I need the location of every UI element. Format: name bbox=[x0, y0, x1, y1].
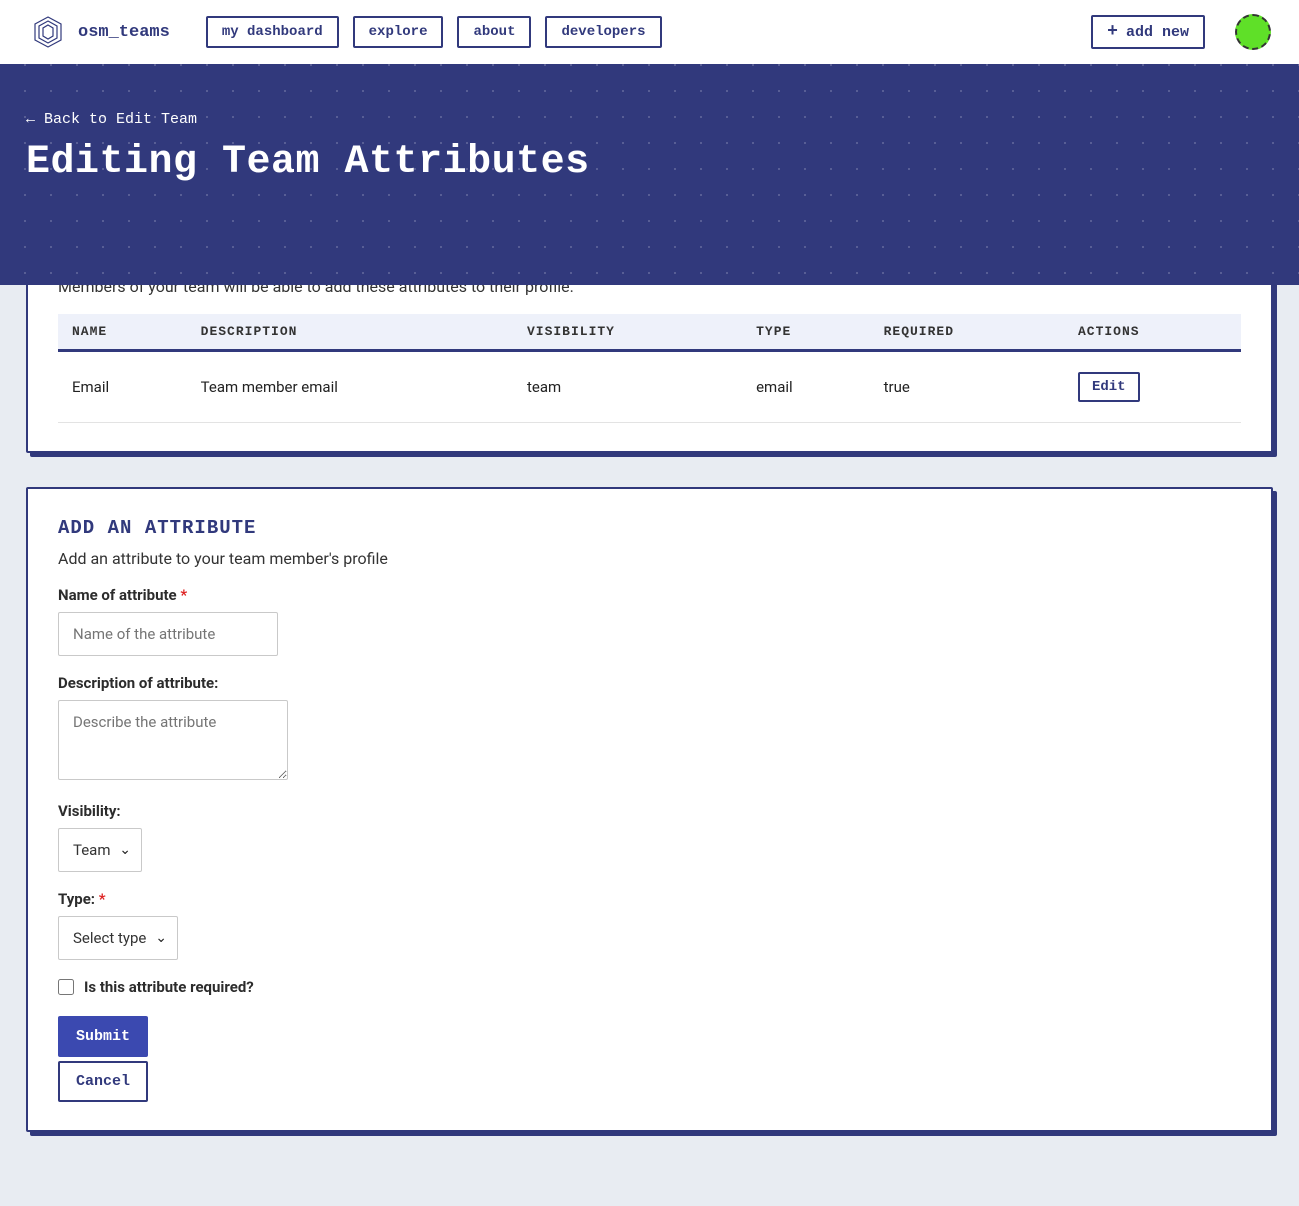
hero: ← Back to Edit Team Editing Team Attribu… bbox=[0, 64, 1299, 285]
type-select-wrap[interactable]: Select type ⌄ bbox=[58, 916, 178, 960]
col-required: REQUIRED bbox=[870, 314, 1064, 351]
plus-icon: + bbox=[1107, 23, 1118, 41]
submit-button[interactable]: Submit bbox=[58, 1016, 148, 1057]
topbar: osm_teams my dashboard explore about dev… bbox=[0, 0, 1299, 64]
page-title: Editing Team Attributes bbox=[26, 140, 1273, 185]
brand-text: osm_teams bbox=[78, 23, 170, 42]
name-label: Name of attribute * bbox=[58, 586, 1241, 604]
name-label-text: Name of attribute bbox=[58, 586, 177, 604]
back-link[interactable]: ← Back to Edit Team bbox=[26, 111, 197, 128]
add-heading: ADD AN ATTRIBUTE bbox=[58, 517, 1241, 539]
logo-icon bbox=[28, 12, 68, 52]
nav-links: my dashboard explore about developers bbox=[206, 16, 662, 48]
brand-lockup[interactable]: osm_teams bbox=[28, 12, 170, 52]
content: CURRENT ATTRIBUTES Members of your team … bbox=[0, 215, 1299, 1206]
cell-description: Team member email bbox=[187, 351, 513, 423]
type-select[interactable]: Select type bbox=[59, 917, 177, 959]
col-visibility: VISIBILITY bbox=[513, 314, 742, 351]
name-input[interactable] bbox=[58, 612, 278, 656]
add-new-button[interactable]: + add new bbox=[1091, 15, 1205, 49]
visibility-select[interactable]: Team bbox=[59, 829, 141, 871]
type-label-text: Type: bbox=[58, 890, 95, 908]
visibility-select-wrap[interactable]: Team ⌄ bbox=[58, 828, 142, 872]
cell-visibility: team bbox=[513, 351, 742, 423]
table-row: Email Team member email team email true … bbox=[58, 351, 1241, 423]
col-type: TYPE bbox=[742, 314, 870, 351]
add-new-label: add new bbox=[1126, 24, 1189, 41]
cell-required: true bbox=[870, 351, 1064, 423]
nav-about[interactable]: about bbox=[457, 16, 531, 48]
nav-dashboard[interactable]: my dashboard bbox=[206, 16, 339, 48]
required-asterisk: * bbox=[99, 890, 106, 908]
desc-label: Description of attribute: bbox=[58, 674, 1241, 692]
required-checkbox-label: Is this attribute required? bbox=[84, 978, 254, 996]
cell-type: email bbox=[742, 351, 870, 423]
col-name: NAME bbox=[58, 314, 187, 351]
col-description: DESCRIPTION bbox=[187, 314, 513, 351]
nav-developers[interactable]: developers bbox=[545, 16, 661, 48]
cancel-button[interactable]: Cancel bbox=[58, 1061, 148, 1102]
required-checkbox[interactable] bbox=[58, 979, 74, 995]
edit-button[interactable]: Edit bbox=[1078, 372, 1140, 402]
card-add-attribute: ADD AN ATTRIBUTE Add an attribute to you… bbox=[26, 487, 1273, 1132]
type-label: Type: * bbox=[58, 890, 1241, 908]
col-actions: ACTIONS bbox=[1064, 314, 1241, 351]
cell-actions: Edit bbox=[1064, 351, 1241, 423]
attributes-table: NAME DESCRIPTION VISIBILITY TYPE REQUIRE… bbox=[58, 314, 1241, 423]
visibility-label: Visibility: bbox=[58, 802, 1241, 820]
nav-explore[interactable]: explore bbox=[353, 16, 444, 48]
cell-name: Email bbox=[58, 351, 187, 423]
add-subtitle: Add an attribute to your team member's p… bbox=[58, 549, 1241, 568]
desc-textarea[interactable] bbox=[58, 700, 288, 780]
avatar[interactable] bbox=[1235, 14, 1271, 50]
required-asterisk: * bbox=[180, 586, 187, 604]
